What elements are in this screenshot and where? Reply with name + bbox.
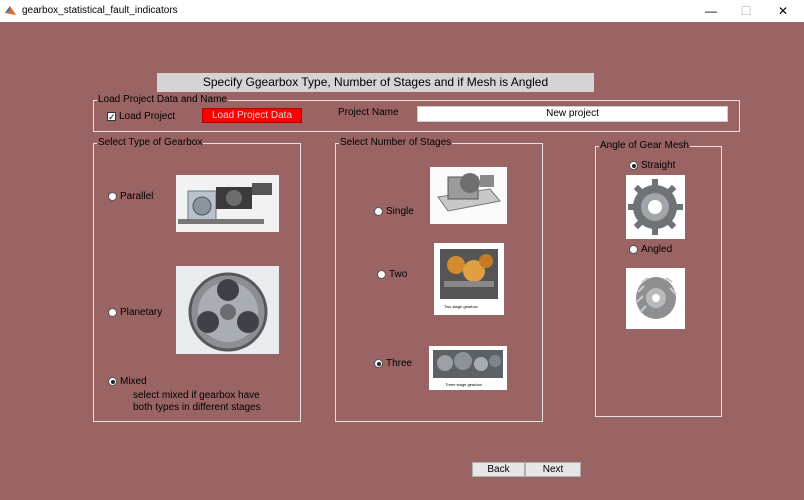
two-stage-gearbox-image: Two stage gearbox bbox=[434, 243, 504, 315]
gearbox-type-panel-title: Select Type of Gearbox bbox=[97, 137, 204, 149]
back-button[interactable]: Back bbox=[472, 462, 525, 477]
planetary-gearbox-image bbox=[176, 266, 279, 354]
single-stage-radio[interactable] bbox=[374, 207, 383, 216]
straight-mesh-radio[interactable] bbox=[629, 161, 638, 170]
mesh-angle-panel-title: Angle of Gear Mesh bbox=[599, 140, 690, 152]
two-stage-caption: Two stage gearbox bbox=[444, 304, 478, 309]
three-stage-radio[interactable] bbox=[374, 359, 383, 368]
single-stage-gearbox-image bbox=[430, 167, 507, 224]
mixed-note-line1: select mixed if gearbox have bbox=[133, 390, 260, 401]
stages-panel-title: Select Number of Stages bbox=[339, 137, 453, 149]
three-stage-label: Three bbox=[386, 358, 413, 369]
window-title: gearbox_statistical_fault_indicators bbox=[22, 5, 178, 16]
project-name-label: Project Name bbox=[338, 107, 399, 118]
mixed-note-line2: both types in different stages bbox=[133, 402, 261, 413]
load-project-panel-title: Load Project Data and Name bbox=[97, 94, 228, 106]
three-stage-gearbox-image: Three stage gearbox bbox=[429, 346, 507, 390]
page-header: Specify Ggearbox Type, Number of Stages … bbox=[157, 73, 594, 92]
load-project-data-button[interactable]: Load Project Data bbox=[202, 108, 302, 123]
angled-mesh-label: Angled bbox=[641, 244, 673, 255]
two-stage-radio[interactable] bbox=[377, 270, 386, 279]
minimize-button[interactable]: — bbox=[694, 0, 728, 22]
matlab-app-icon bbox=[5, 6, 16, 15]
three-stage-caption: Three stage gearbox bbox=[445, 382, 482, 387]
mixed-label: Mixed bbox=[120, 376, 147, 387]
parallel-radio[interactable] bbox=[108, 192, 117, 201]
next-button[interactable]: Next bbox=[525, 462, 581, 477]
straight-gear-image bbox=[626, 175, 685, 239]
two-stage-label: Two bbox=[389, 269, 408, 280]
parallel-gearbox-image bbox=[176, 175, 279, 232]
single-stage-label: Single bbox=[386, 206, 414, 217]
mixed-radio[interactable] bbox=[108, 377, 117, 386]
parallel-label: Parallel bbox=[120, 191, 154, 202]
angled-mesh-radio[interactable] bbox=[629, 245, 638, 254]
project-name-input[interactable]: New project bbox=[417, 106, 728, 122]
straight-mesh-label: Straight bbox=[641, 160, 676, 171]
maximize-button[interactable]: ☐ bbox=[729, 0, 763, 22]
planetary-radio[interactable] bbox=[108, 308, 117, 317]
load-project-checkbox[interactable]: ✓ bbox=[107, 112, 116, 122]
close-button[interactable]: ✕ bbox=[766, 0, 800, 22]
angled-gear-image bbox=[626, 268, 685, 329]
planetary-label: Planetary bbox=[120, 307, 163, 318]
load-project-label: Load Project bbox=[119, 111, 176, 122]
window-titlebar: gearbox_statistical_fault_indicators — ☐… bbox=[0, 0, 804, 22]
